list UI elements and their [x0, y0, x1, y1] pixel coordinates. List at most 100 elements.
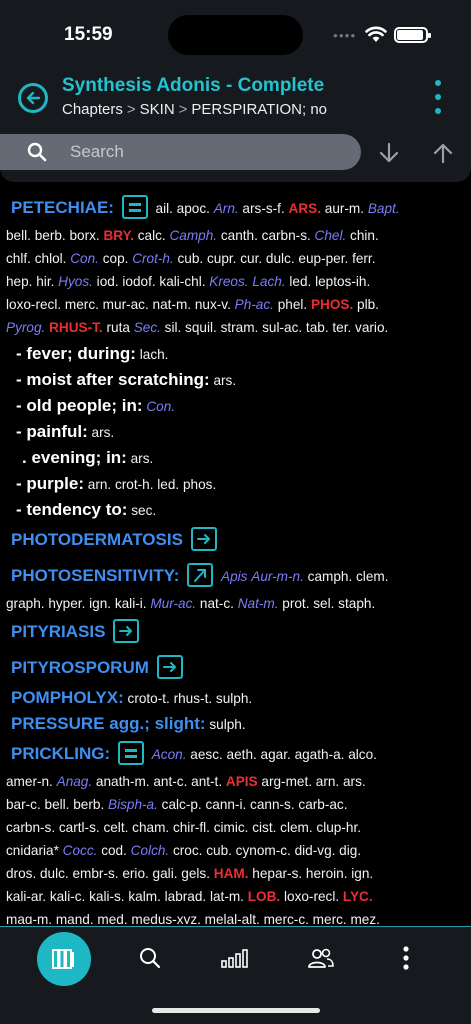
- remedy-line: Con.: [146, 399, 175, 414]
- rubric-pityriasis[interactable]: PITYRIASIS: [11, 622, 105, 641]
- remedy-line: carbn-s. cartl-s. celt. cham. chir-fl. c…: [6, 816, 361, 839]
- remedy-name[interactable]: Hyos.: [58, 274, 93, 289]
- search-tab[interactable]: [120, 927, 180, 989]
- subrubric-row[interactable]: - fever; during: lach.: [16, 342, 168, 366]
- rubric-pityrosporum[interactable]: PITYROSPORUM: [11, 658, 149, 677]
- remedy-text: camph. clem.: [303, 569, 389, 584]
- remedy-name[interactable]: Nat-m.: [238, 596, 279, 611]
- rubric-pressure[interactable]: PRESSURE agg.; slight:: [11, 714, 206, 733]
- remedy-name[interactable]: APIS: [226, 774, 258, 789]
- remedy-name[interactable]: Acon.: [152, 747, 187, 762]
- remedy-name[interactable]: Camph.: [169, 228, 217, 243]
- remedy-name[interactable]: Chel.: [315, 228, 347, 243]
- battery-icon: [394, 27, 431, 43]
- subrubric-row[interactable]: - painful: ars.: [16, 420, 114, 444]
- remedy-text: dros. dulc. embr-s. erio. gali. gels.: [6, 866, 214, 881]
- search-icon: [27, 142, 47, 162]
- rubric-prickling[interactable]: PRICKLING:: [11, 744, 110, 763]
- remedy-name[interactable]: LOB.: [248, 889, 280, 904]
- remedy-name[interactable]: PHOS.: [311, 297, 353, 312]
- remedy-text: carbn-s. cartl-s. celt. cham. chir-fl. c…: [6, 820, 362, 835]
- rubric-pompholyx[interactable]: POMPHOLYX:: [11, 688, 124, 707]
- remedy-name[interactable]: Aur-m-n.: [251, 569, 304, 584]
- remedy-name[interactable]: Cocc.: [63, 843, 98, 858]
- rubric-photodermatosis[interactable]: PHOTODERMATOSIS: [11, 530, 183, 549]
- status-bar: 15:59 ●●●●: [0, 0, 471, 66]
- home-indicator[interactable]: [152, 1008, 320, 1013]
- remedy-name[interactable]: Sec.: [134, 320, 161, 335]
- remedy-text: plb.: [353, 297, 379, 312]
- library-icon: [52, 949, 74, 969]
- remedy-name[interactable]: Apis: [221, 569, 247, 584]
- rubric-petechiae[interactable]: PETECHIAE:: [11, 198, 114, 217]
- remedy-name[interactable]: HAM.: [214, 866, 249, 881]
- subrubric-row[interactable]: - tendency to: sec.: [16, 498, 156, 522]
- remedy-text: hepar-s. heroin. ign.: [248, 866, 374, 881]
- remedy-name[interactable]: Colch.: [131, 843, 170, 858]
- patients-tab[interactable]: [291, 927, 351, 989]
- remedy-name[interactable]: Bapt.: [368, 201, 400, 216]
- remedy-name[interactable]: Bisph-a.: [108, 797, 158, 812]
- remedy-name[interactable]: RHUS-T.: [49, 320, 103, 335]
- remedy-list-icon[interactable]: [121, 195, 148, 220]
- remedy-line: arn. crot-h. led. phos.: [88, 477, 216, 492]
- remedy-name[interactable]: Con.: [146, 399, 175, 414]
- dot-icon: [435, 80, 441, 86]
- remedy-name[interactable]: Lach.: [252, 274, 285, 289]
- breadcrumb-chapters[interactable]: Chapters: [62, 101, 123, 118]
- breadcrumb-current[interactable]: PERSPIRATION; no: [191, 101, 327, 118]
- dot-icon: [435, 94, 441, 100]
- repertory-content[interactable]: PETECHIAE: ail. apoc. Arn. ars-s-f. ARS.…: [6, 186, 468, 924]
- bar-chart-icon: [221, 949, 248, 968]
- remedy-name[interactable]: BRY.: [103, 228, 133, 243]
- next-result-button[interactable]: [375, 139, 403, 167]
- remedy-text: nat-c.: [196, 596, 238, 611]
- remedy-text: bar-c. bell. berb.: [6, 797, 108, 812]
- remedy-name[interactable]: Kreos.: [209, 274, 248, 289]
- subrubric-row[interactable]: - purple: arn. crot-h. led. phos.: [16, 472, 216, 496]
- rubric-photosensitivity[interactable]: PHOTOSENSITIVITY:: [11, 566, 179, 585]
- back-button[interactable]: [18, 83, 48, 113]
- remedy-text: phel.: [273, 297, 311, 312]
- remedy-name[interactable]: Ph-ac.: [235, 297, 274, 312]
- subrubric-label: - moist after scratching:: [16, 370, 210, 389]
- breadcrumb-skin[interactable]: SKIN: [140, 101, 175, 118]
- rubric-row-pityrosporum: PITYROSPORUM: [11, 655, 187, 681]
- remedy-name[interactable]: Arn.: [214, 201, 239, 216]
- remedy-name[interactable]: Crot-h.: [132, 251, 174, 266]
- remedy-line: dros. dulc. embr-s. erio. gali. gels. HA…: [6, 862, 373, 885]
- cross-reference-arrow-icon[interactable]: [156, 655, 183, 680]
- remedy-line: loxo-recl. merc. mur-ac. nat-m. nux-v. P…: [6, 293, 379, 316]
- subrubric-row[interactable]: - moist after scratching: ars.: [16, 368, 236, 392]
- external-link-arrow-icon[interactable]: [187, 563, 214, 588]
- remedy-name[interactable]: Mur-ac.: [150, 596, 196, 611]
- search-bar: [0, 134, 361, 170]
- remedy-text: loxo-recl. merc. mur-ac. nat-m. nux-v.: [6, 297, 235, 312]
- more-menu-button[interactable]: [428, 80, 448, 114]
- subrubric-label: . evening; in:: [22, 448, 127, 467]
- remedy-list-icon[interactable]: [117, 741, 144, 766]
- dynamic-island: [168, 15, 303, 55]
- remedy-name[interactable]: Pyrog.: [6, 320, 45, 335]
- remedy-text: ars-s-f.: [238, 201, 289, 216]
- subrubric-row[interactable]: - old people; in: Con.: [16, 394, 175, 418]
- remedy-text: croto-t. rhus-t. sulph.: [127, 691, 253, 706]
- remedy-text: hep. hir.: [6, 274, 59, 289]
- remedy-line: ars.: [131, 451, 154, 466]
- cross-reference-arrow-icon[interactable]: [113, 619, 140, 644]
- library-tab[interactable]: [37, 932, 91, 986]
- remedy-name[interactable]: LYC.: [343, 889, 373, 904]
- more-tab[interactable]: [376, 927, 436, 989]
- remedy-name[interactable]: Con.: [70, 251, 99, 266]
- previous-result-button[interactable]: [429, 139, 457, 167]
- vertical-dots-icon: [403, 946, 409, 970]
- remedy-line: lach.: [140, 347, 169, 362]
- analysis-tab[interactable]: [205, 927, 265, 989]
- remedy-text: anath-m. ant-c. ant-t.: [92, 774, 226, 789]
- subrubric-row[interactable]: . evening; in: ars.: [22, 446, 153, 470]
- cross-reference-arrow-icon[interactable]: [190, 527, 217, 552]
- remedy-name[interactable]: Anag.: [57, 774, 93, 789]
- remedy-name[interactable]: ARS.: [289, 201, 321, 216]
- search-input[interactable]: [70, 134, 340, 170]
- page-title: Synthesis Adonis - Complete: [62, 75, 325, 96]
